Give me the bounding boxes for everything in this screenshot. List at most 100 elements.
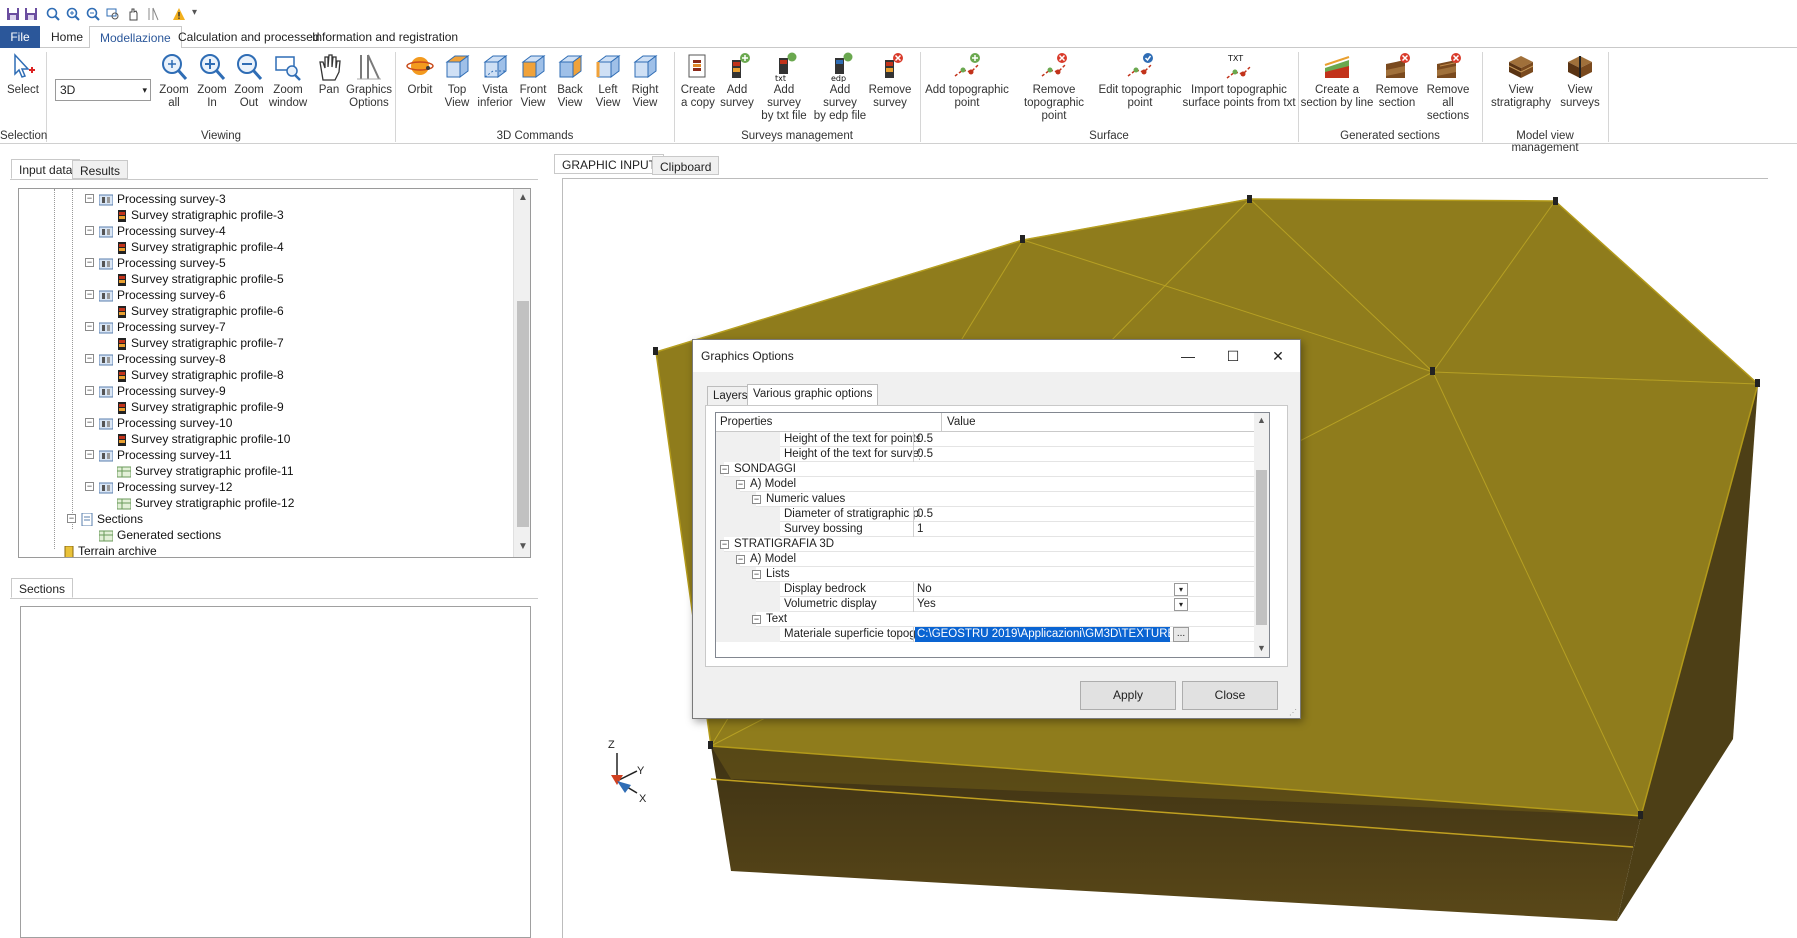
graphics-options-small-icon[interactable] (146, 7, 160, 21)
front-view-button[interactable]: Front View (515, 52, 551, 110)
zoom-window-small-icon[interactable] (106, 7, 120, 21)
collapse-toggle-icon[interactable]: − (720, 465, 729, 474)
remove-section-button[interactable]: Remove section (1374, 52, 1420, 110)
grid-category-row[interactable]: − Lists (716, 567, 1256, 582)
graphics-options-button[interactable]: Graphics Options (346, 52, 392, 110)
collapse-toggle-icon[interactable]: − (85, 258, 94, 267)
collapse-toggle-icon[interactable]: − (752, 570, 761, 579)
property-grid[interactable]: Properties Value Height of the text for … (715, 412, 1270, 658)
back-view-button[interactable]: Back View (552, 52, 588, 110)
chevron-down-icon[interactable]: ▾ (1174, 583, 1188, 596)
minimize-icon[interactable]: — (1166, 340, 1210, 372)
close-icon[interactable]: ✕ (1256, 340, 1300, 372)
vista-inferior-button[interactable]: Vista inferior (475, 52, 515, 110)
project-tree[interactable]: − Processing survey-3 Survey stratigraphic… (18, 188, 531, 558)
collapse-toggle-icon[interactable]: − (736, 480, 745, 489)
tab-information[interactable]: Information and registration (302, 26, 468, 48)
tab-various-graphic-options[interactable]: Various graphic options (747, 384, 879, 406)
grid-category-row[interactable]: − A) Model (716, 477, 1256, 492)
grid-category-row[interactable]: − Numeric values (716, 492, 1256, 507)
create-copy-button[interactable]: Create a copy (678, 52, 718, 110)
zoom-window-button[interactable]: Zoom window (267, 52, 309, 110)
orbit-button[interactable]: Orbit (403, 52, 437, 97)
grid-property-row[interactable]: Volumetric display Yes ▾ (716, 597, 1256, 612)
collapse-toggle-icon[interactable]: − (85, 450, 94, 459)
grid-property-row[interactable]: Survey bossing 1 (716, 522, 1256, 537)
select-button[interactable]: Select (4, 52, 42, 97)
collapse-toggle-icon[interactable]: − (85, 482, 94, 491)
tab-home[interactable]: Home (41, 26, 93, 48)
import-topographic-points-button[interactable]: TXT Import topographic surface points fro… (1182, 52, 1296, 110)
collapse-toggle-icon[interactable]: − (85, 226, 94, 235)
view-surveys-button[interactable]: View surveys (1556, 52, 1604, 110)
tab-results[interactable]: Results (72, 160, 129, 179)
scroll-up-icon[interactable]: ▲ (518, 192, 528, 203)
collapse-toggle-icon[interactable]: − (736, 555, 745, 564)
remove-all-sections-button[interactable]: Remove all sections (1420, 52, 1476, 123)
zoom-in-small-icon[interactable] (66, 7, 80, 21)
sections-list[interactable] (20, 606, 531, 938)
view-stratigraphy-button[interactable]: View stratigraphy (1486, 52, 1556, 110)
maximize-icon[interactable]: ☐ (1211, 340, 1255, 372)
customize-toolbar-icon[interactable]: ▾ (192, 6, 197, 20)
view-mode-combo[interactable]: 3D ▾ (55, 79, 151, 101)
tab-sections[interactable]: Sections (11, 578, 74, 598)
grid-property-row[interactable]: Height of the text for points 0.5 (716, 432, 1256, 447)
tab-input-data[interactable]: Input data (11, 159, 81, 179)
pan-button[interactable]: Pan (312, 52, 346, 97)
scroll-down-icon[interactable]: ▼ (518, 541, 528, 552)
right-view-button[interactable]: Right View (627, 52, 663, 110)
grid-property-row[interactable]: Display bedrock No ▾ (716, 582, 1256, 597)
add-survey-edp-button[interactable]: edp Add survey by edp file (812, 52, 868, 123)
tab-file[interactable]: File (0, 26, 40, 48)
grid-category-row[interactable]: − A) Model (716, 552, 1256, 567)
add-survey-txt-button[interactable]: txt Add survey by txt file (756, 52, 812, 123)
collapse-toggle-icon[interactable]: − (85, 386, 94, 395)
top-view-button[interactable]: Top View (440, 52, 474, 110)
zoom-out-button[interactable]: Zoom Out (231, 52, 267, 110)
close-button[interactable]: Close (1182, 681, 1278, 710)
collapse-toggle-icon[interactable]: − (752, 495, 761, 504)
zoom-all-button[interactable]: Zoom all (156, 52, 192, 110)
scroll-thumb[interactable] (517, 301, 529, 527)
left-view-button[interactable]: Left View (590, 52, 626, 110)
tab-graphic-input[interactable]: GRAPHIC INPUT (554, 154, 665, 174)
add-topographic-point-button[interactable]: Add topographic point (924, 52, 1010, 110)
edit-topographic-point-button[interactable]: Edit topographic point (1098, 52, 1182, 110)
collapse-toggle-icon[interactable]: − (720, 540, 729, 549)
zoom-out-small-icon[interactable] (86, 7, 100, 21)
apply-button[interactable]: Apply (1080, 681, 1176, 710)
collapse-toggle-icon[interactable]: − (752, 615, 761, 624)
collapse-toggle-icon[interactable]: − (85, 354, 94, 363)
browse-button[interactable]: ... (1173, 627, 1189, 642)
create-section-by-line-button[interactable]: Create a section by line (1300, 52, 1374, 110)
collapse-toggle-icon[interactable]: − (85, 290, 94, 299)
pan-small-icon[interactable] (126, 7, 140, 21)
tree-scrollbar[interactable]: ▲ ▼ (513, 189, 530, 557)
collapse-toggle-icon[interactable]: − (85, 194, 94, 203)
save-icon[interactable] (6, 7, 20, 21)
collapse-toggle-icon[interactable]: − (85, 418, 94, 427)
grid-scroll-down-icon[interactable]: ▼ (1257, 643, 1266, 653)
grid-property-row[interactable]: Materiale superficie topograficaC:\GEOST… (716, 627, 1256, 642)
save-as-icon[interactable] (24, 7, 38, 21)
zoom-all-small-icon[interactable] (46, 7, 60, 21)
warning-icon[interactable] (172, 7, 186, 21)
collapse-toggle-icon[interactable]: − (67, 514, 76, 523)
add-survey-button[interactable]: Add survey (718, 52, 756, 110)
remove-survey-button[interactable]: Remove survey (868, 52, 912, 110)
grid-property-row[interactable]: Height of the text for surveys 0.5 (716, 447, 1256, 462)
grid-scroll-thumb[interactable] (1256, 470, 1267, 625)
grid-category-row[interactable]: − STRATIGRAFIA 3D (716, 537, 1256, 552)
texture-path-field[interactable]: C:\GEOSTRU 2019\Applicazioni\GM3D\TEXTUR… (915, 627, 1170, 642)
grid-category-row[interactable]: − Text (716, 612, 1256, 627)
chevron-down-icon[interactable]: ▾ (1174, 598, 1188, 611)
grid-category-row[interactable]: − SONDAGGI (716, 462, 1256, 477)
resize-grip-icon[interactable]: ⋰ (1289, 708, 1297, 717)
grid-property-row[interactable]: Diameter of stratigraphic profiles0.5 (716, 507, 1256, 522)
remove-topographic-point-button[interactable]: Remove topographic point (1010, 52, 1098, 123)
collapse-toggle-icon[interactable]: − (85, 322, 94, 331)
tab-clipboard[interactable]: Clipboard (652, 156, 720, 175)
zoom-in-button[interactable]: Zoom In (194, 52, 230, 110)
grid-scrollbar[interactable]: ▲ ▼ (1254, 413, 1269, 657)
